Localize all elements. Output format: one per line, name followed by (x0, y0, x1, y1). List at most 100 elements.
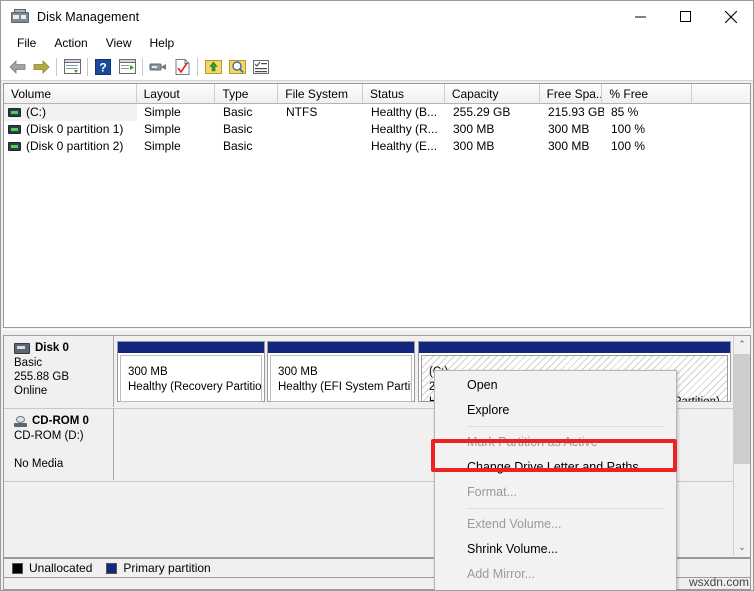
scroll-down-arrow-icon[interactable]: ⌄ (734, 539, 750, 556)
partition-color-bar (419, 342, 730, 353)
title-bar: Disk Management (1, 1, 753, 32)
pane-splitter[interactable] (3, 329, 751, 336)
upload-icon[interactable] (201, 55, 225, 79)
column-header-file-system[interactable]: File System (278, 84, 364, 104)
table-row[interactable]: (C:) Simple Basic NTFS Healthy (B... 255… (4, 104, 750, 121)
legend-label-primary-partition: Primary partition (123, 561, 211, 575)
column-header-layout[interactable]: Layout (136, 84, 216, 104)
cell-layout: Simple (144, 105, 181, 119)
menu-view[interactable]: View (97, 34, 141, 52)
context-menu-item-extend-volume: Extend Volume... (467, 517, 562, 531)
disk-info-disk0: Disk 0 Basic 255.88 GB Online (4, 336, 114, 407)
column-header-type[interactable]: Type (215, 84, 279, 104)
legend-swatch-unallocated (12, 562, 23, 574)
disk-info-cdrom0: CD-ROM 0 CD-ROM (D:) No Media (4, 409, 114, 480)
cell-file-system (279, 121, 364, 138)
window-controls (618, 1, 753, 32)
partition-efi[interactable]: 300 MB Healthy (EFI System Partit (267, 341, 415, 402)
cell-volume: (Disk 0 partition 1) (4, 121, 137, 138)
column-header-volume[interactable]: Volume (4, 84, 137, 104)
cell-capacity: 300 MB (453, 122, 495, 136)
cell-layout: Simple (144, 139, 181, 153)
cell-type: Basic (223, 122, 253, 136)
cell-free-space: 300 MB (548, 139, 590, 153)
partition-size: 300 MB (278, 366, 318, 378)
disk-size: 255.88 GB (14, 371, 69, 383)
partition-size: 300 MB (128, 366, 168, 378)
hard-disk-icon (14, 342, 30, 354)
cell-file-system: NTFS (286, 105, 318, 119)
volume-disk-icon (8, 142, 21, 151)
svg-text:?: ? (99, 60, 106, 74)
context-menu-item-shrink-volume[interactable]: Shrink Volume... (435, 537, 676, 562)
column-header-capacity[interactable]: Capacity (444, 84, 540, 104)
cell-capacity: 300 MB (453, 139, 495, 153)
menu-file[interactable]: File (8, 34, 45, 52)
legend-swatch-primary-partition (106, 562, 118, 574)
rescan-disks-icon[interactable] (146, 55, 170, 79)
volume-list-pane: Volume Layout Type File System Status Ca… (3, 83, 751, 328)
column-header-percent-free[interactable]: % Free (602, 84, 693, 104)
partition-recovery[interactable]: 300 MB Healthy (Recovery Partitio (117, 341, 265, 402)
context-menu-separator (467, 508, 664, 509)
column-header-status[interactable]: Status (363, 84, 445, 104)
cell-volume-label: (Disk 0 partition 2) (26, 139, 124, 153)
cell-layout: Simple (144, 122, 181, 136)
scrollbar-thumb[interactable] (734, 354, 750, 464)
context-menu-item-add-mirror: Add Mirror... (467, 567, 536, 581)
menu-action[interactable]: Action (45, 34, 96, 52)
column-header-free-space[interactable]: Free Spa... (539, 84, 603, 104)
disk-name: CD-ROM 0 (32, 415, 89, 427)
highlight-annotation-box (431, 439, 677, 472)
cell-percent-free: 85 % (611, 105, 639, 119)
scroll-up-arrow-icon[interactable]: ⌃ (734, 336, 750, 353)
cd-rom-icon (14, 415, 27, 427)
back-icon[interactable] (5, 55, 29, 79)
close-button[interactable] (708, 1, 753, 32)
show-hide-console-tree-icon[interactable] (60, 55, 84, 79)
toolbar: ? (1, 53, 753, 81)
cell-volume-label: (Disk 0 partition 1) (26, 122, 124, 136)
volume-list-header: Volume Layout Type File System Status Ca… (4, 84, 750, 104)
table-row[interactable]: (Disk 0 partition 1) Simple Basic Health… (4, 121, 750, 138)
volume-disk-icon (8, 108, 21, 117)
disk-type: Basic (14, 357, 43, 369)
disk-name: Disk 0 (35, 342, 69, 354)
cell-status: Healthy (B... (371, 105, 438, 119)
list-view-icon[interactable] (249, 55, 273, 79)
cell-volume-label: (C:) (26, 105, 46, 119)
partition-body: 300 MB Healthy (Recovery Partitio (120, 355, 262, 402)
cell-free-space: 215.93 GB (548, 105, 604, 119)
partition-status: Healthy (Recovery Partitio (128, 381, 262, 393)
window-title: Disk Management (37, 9, 140, 24)
disk-management-window: Disk Management File Action View Help ? … (0, 0, 754, 591)
cell-volume: (Disk 0 partition 2) (4, 138, 137, 155)
cell-type: Basic (223, 139, 253, 153)
cell-type: Basic (223, 105, 253, 119)
help-icon[interactable]: ? (91, 55, 115, 79)
table-row[interactable]: (Disk 0 partition 2) Simple Basic Health… (4, 138, 750, 155)
show-hide-action-pane-icon[interactable] (115, 55, 139, 79)
partition-color-bar (118, 342, 264, 353)
context-menu-item-delete-volume[interactable]: Delete Volume... (435, 587, 676, 590)
context-menu-separator (467, 426, 664, 427)
minimize-button[interactable] (618, 1, 663, 32)
maximize-button[interactable] (663, 1, 708, 32)
column-header-blank[interactable] (692, 84, 750, 104)
context-menu-item-explore[interactable]: Explore (435, 398, 676, 423)
cell-status: Healthy (R... (371, 122, 438, 136)
disk-state: No Media (14, 458, 64, 470)
graphic-view-scrollbar[interactable]: ⌃ ⌄ (733, 336, 750, 556)
context-menu-item-open[interactable]: Open (435, 373, 676, 398)
partition-body: 300 MB Healthy (EFI System Partit (270, 355, 412, 402)
menu-bar: File Action View Help (1, 32, 753, 53)
partition-color-bar (268, 342, 414, 353)
disk-title: CD-ROM 0 (14, 415, 113, 427)
properties-icon[interactable] (170, 55, 194, 79)
cell-percent-free: 100 % (611, 139, 646, 153)
search-folder-icon[interactable] (225, 55, 249, 79)
disk-type: CD-ROM (D:) (14, 430, 84, 442)
cell-capacity: 255.29 GB (453, 105, 511, 119)
menu-help[interactable]: Help (141, 34, 184, 52)
forward-icon[interactable] (29, 55, 53, 79)
